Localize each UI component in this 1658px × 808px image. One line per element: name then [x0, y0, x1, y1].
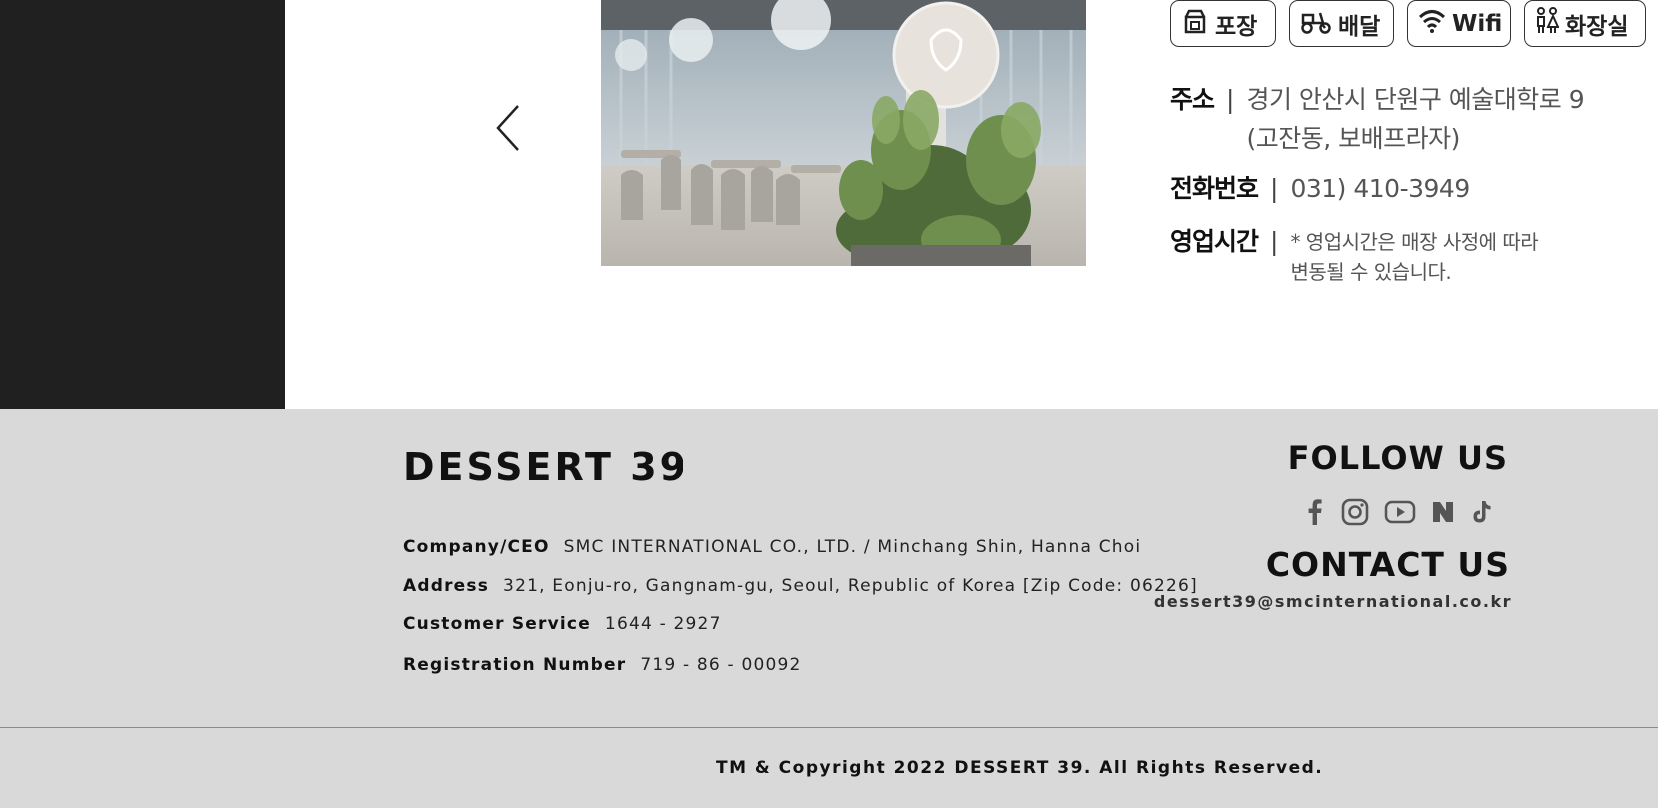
amenity-label: 화장실 [1565, 13, 1629, 40]
separator: | [1270, 174, 1279, 203]
wifi-icon [1418, 8, 1446, 40]
company-value: SMC INTERNATIONAL CO., LTD. / Minchang S… [563, 537, 1142, 557]
amenity-badges: 포장 배달 Wifi 화장실 [1170, 0, 1646, 47]
side-panel [0, 0, 285, 409]
amenity-takeout: 포장 [1170, 0, 1276, 47]
separator: | [1226, 85, 1235, 114]
address-value: 321, Eonju-ro, Gangnam-gu, Seoul, Republ… [503, 576, 1198, 596]
naver-blog-icon[interactable] [1431, 500, 1455, 524]
amenity-label: 배달 [1338, 13, 1381, 40]
contact-email-link[interactable]: dessert39@smcinternational.co.kr [1154, 592, 1512, 611]
address-line2: (고잔동, 보배프라자) [1246, 124, 1460, 153]
store-photo [601, 0, 1086, 266]
store-detail-section: 포장 배달 Wifi 화장실 주소 | 경기 안산시 단원구 예술대학로 9 (… [0, 0, 1658, 409]
hours-note-line2: 변동될 수 있습니다. [1290, 260, 1452, 284]
restroom-icon [1535, 6, 1560, 41]
logo-text: DESSERT 39 [403, 446, 683, 486]
phone-number[interactable]: 031) 410-3949 [1290, 169, 1470, 208]
amenity-delivery: 배달 [1289, 0, 1394, 47]
carousel-prev-arrow-icon[interactable] [492, 100, 526, 156]
separator: | [1270, 227, 1279, 256]
phone-row: 전화번호 | 031) 410-3949 [1170, 169, 1470, 208]
hours-label: 영업시간 [1170, 227, 1259, 256]
amenity-wifi: Wifi [1407, 0, 1511, 47]
customer-service-line: Customer Service 1644 - 2927 [403, 614, 722, 634]
delivery-scooter-icon [1300, 7, 1332, 41]
footer-divider [0, 727, 1658, 728]
registration-line: Registration Number 719 - 86 - 00092 [403, 655, 802, 675]
address-line: Address 321, Eonju-ro, Gangnam-gu, Seoul,… [403, 576, 1198, 596]
site-footer: DESSERT 39 Company/CEO SMC INTERNATIONAL … [0, 409, 1658, 808]
youtube-icon[interactable] [1384, 500, 1416, 524]
registration-value: 719 - 86 - 00092 [640, 655, 802, 675]
address-label: Address [403, 576, 490, 596]
contact-us-heading: CONTACT US [1265, 545, 1510, 584]
social-links [1304, 498, 1494, 526]
follow-us-heading: FOLLOW US [1287, 439, 1508, 477]
facebook-icon[interactable] [1304, 498, 1326, 526]
hours-note-line1: * 영업시간은 매장 사정에 따라 [1290, 230, 1539, 254]
hours-row: 영업시간 | * 영업시간은 매장 사정에 따라 변동될 수 있습니다. [1170, 222, 1539, 286]
dessert39-logo[interactable]: DESSERT 39 [403, 445, 686, 490]
company-label: Company/CEO [403, 537, 550, 557]
address-label: 주소 [1170, 85, 1215, 114]
address-line1: 경기 안산시 단원구 예술대학로 9 [1246, 85, 1585, 114]
customer-service-label: Customer Service [403, 614, 591, 634]
amenity-label: 포장 [1215, 13, 1258, 40]
customer-service-value: 1644 - 2927 [604, 614, 722, 634]
tiktok-icon[interactable] [1470, 499, 1494, 525]
amenity-restroom: 화장실 [1524, 0, 1646, 47]
address-row: 주소 | 경기 안산시 단원구 예술대학로 9 (고잔동, 보배프라자) [1170, 80, 1585, 158]
amenity-label: Wifi [1452, 10, 1503, 37]
registration-label: Registration Number [403, 655, 627, 675]
company-ceo-line: Company/CEO SMC INTERNATIONAL CO., LTD. /… [403, 537, 1141, 557]
copyright-text: TM & Copyright 2022 DESSERT 39. All Righ… [716, 758, 1324, 778]
takeout-icon [1181, 7, 1209, 41]
phone-label: 전화번호 [1170, 174, 1259, 203]
instagram-icon[interactable] [1341, 498, 1369, 526]
